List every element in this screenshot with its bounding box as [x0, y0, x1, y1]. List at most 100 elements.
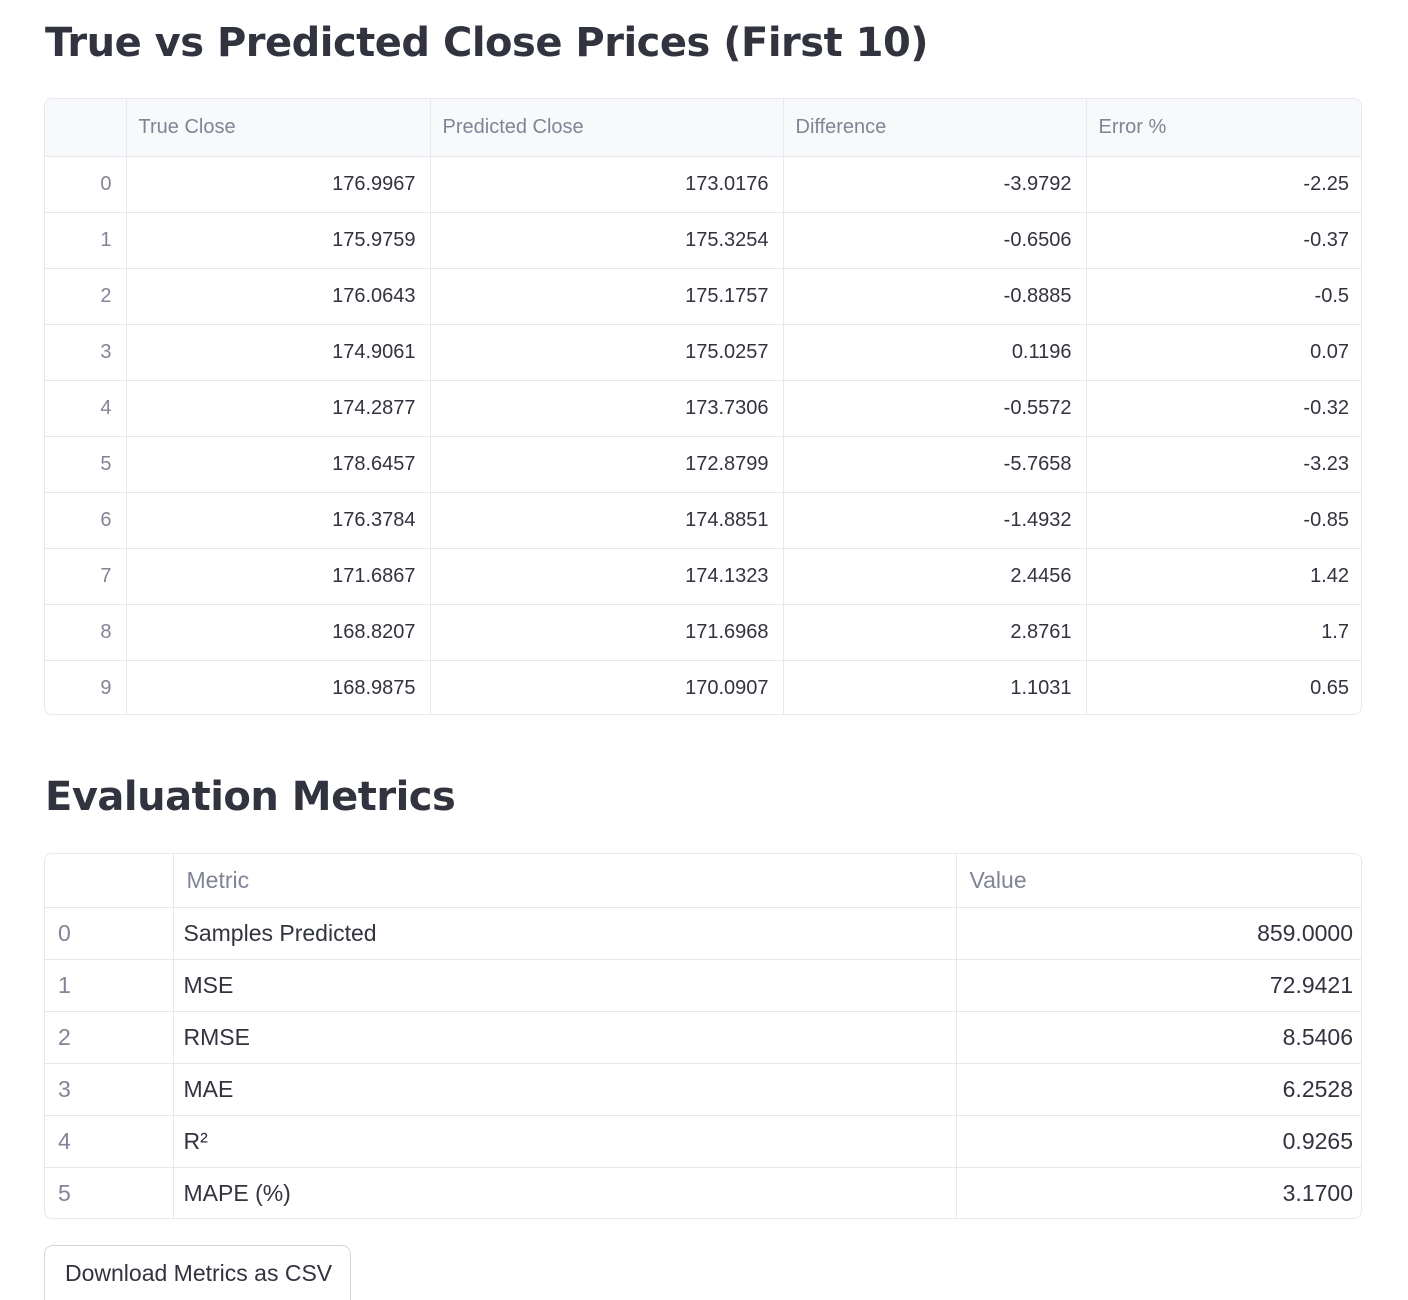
cell-error-pct[interactable]: -0.85	[1086, 492, 1361, 549]
cell-metric-name[interactable]: MSE	[173, 959, 957, 1012]
row-index[interactable]: 4	[45, 380, 127, 437]
cell-error-pct[interactable]: -0.32	[1086, 380, 1361, 437]
cell-predicted-close[interactable]: 171.6968	[430, 604, 784, 661]
metrics-header-row: Metric Value	[45, 854, 1361, 908]
row-index[interactable]: 3	[45, 324, 127, 381]
predictions-table[interactable]: True Close Predicted Close Difference Er…	[44, 98, 1362, 715]
row-index[interactable]: 7	[45, 548, 127, 605]
metrics-body: 0 Samples Predicted 859.0000 1 MSE 72.9421 2 RM…	[45, 907, 1361, 1218]
cell-predicted-close[interactable]: 175.0257	[430, 324, 784, 381]
table-row[interactable]: 9 168.9875 170.0907 1.1031 0.65	[45, 660, 1361, 714]
cell-error-pct[interactable]: -0.37	[1086, 212, 1361, 269]
cell-metric-name[interactable]: R²	[173, 1115, 957, 1168]
column-header-error-pct[interactable]: Error %	[1086, 99, 1361, 157]
cell-true-close[interactable]: 168.9875	[126, 660, 431, 714]
download-metrics-button[interactable]: Download Metrics as CSV	[44, 1245, 351, 1300]
cell-predicted-close[interactable]: 175.3254	[430, 212, 784, 269]
table-row[interactable]: 5 MAPE (%) 3.1700	[45, 1167, 1361, 1218]
table-row[interactable]: 2 RMSE 8.5406	[45, 1011, 1361, 1064]
cell-predicted-close[interactable]: 174.8851	[430, 492, 784, 549]
cell-difference[interactable]: 2.8761	[783, 604, 1087, 661]
cell-predicted-close[interactable]: 172.8799	[430, 436, 784, 493]
metrics-table[interactable]: Metric Value 0 Samples Predicted 859.0000 1…	[44, 853, 1362, 1219]
row-index[interactable]: 5	[45, 436, 127, 493]
cell-metric-name[interactable]: Samples Predicted	[173, 907, 957, 960]
table-row[interactable]: 2 176.0643 175.1757 -0.8885 -0.5	[45, 268, 1361, 325]
cell-true-close[interactable]: 168.8207	[126, 604, 431, 661]
cell-metric-value[interactable]: 72.9421	[956, 959, 1361, 1012]
cell-error-pct[interactable]: -3.23	[1086, 436, 1361, 493]
column-header-predicted-close[interactable]: Predicted Close	[430, 99, 784, 157]
table-row[interactable]: 0 176.9967 173.0176 -3.9792 -2.25	[45, 156, 1361, 213]
cell-true-close[interactable]: 176.9967	[126, 156, 431, 213]
cell-true-close[interactable]: 176.3784	[126, 492, 431, 549]
cell-metric-value[interactable]: 6.2528	[956, 1063, 1361, 1116]
index-column-header	[45, 854, 174, 908]
row-index[interactable]: 2	[45, 1011, 174, 1064]
index-column-header	[45, 99, 127, 157]
cell-predicted-close[interactable]: 170.0907	[430, 660, 784, 714]
column-header-value[interactable]: Value	[956, 854, 1361, 908]
row-index[interactable]: 9	[45, 660, 127, 714]
row-index[interactable]: 6	[45, 492, 127, 549]
row-index[interactable]: 2	[45, 268, 127, 325]
cell-true-close[interactable]: 176.0643	[126, 268, 431, 325]
table-row[interactable]: 3 MAE 6.2528	[45, 1063, 1361, 1116]
cell-metric-value[interactable]: 859.0000	[956, 907, 1361, 960]
row-index[interactable]: 3	[45, 1063, 174, 1116]
table-row[interactable]: 3 174.9061 175.0257 0.1196 0.07	[45, 324, 1361, 381]
cell-error-pct[interactable]: -2.25	[1086, 156, 1361, 213]
cell-difference[interactable]: -5.7658	[783, 436, 1087, 493]
cell-error-pct[interactable]: -0.5	[1086, 268, 1361, 325]
row-index[interactable]: 1	[45, 959, 174, 1012]
cell-error-pct[interactable]: 0.65	[1086, 660, 1361, 714]
row-index[interactable]: 0	[45, 907, 174, 960]
cell-error-pct[interactable]: 0.07	[1086, 324, 1361, 381]
row-index[interactable]: 5	[45, 1167, 174, 1218]
column-header-metric[interactable]: Metric	[173, 854, 957, 908]
cell-predicted-close[interactable]: 173.0176	[430, 156, 784, 213]
row-index[interactable]: 1	[45, 212, 127, 269]
cell-difference[interactable]: -0.5572	[783, 380, 1087, 437]
cell-metric-name[interactable]: MAPE (%)	[173, 1167, 957, 1218]
cell-difference[interactable]: -0.8885	[783, 268, 1087, 325]
cell-predicted-close[interactable]: 175.1757	[430, 268, 784, 325]
cell-predicted-close[interactable]: 174.1323	[430, 548, 784, 605]
cell-metric-value[interactable]: 3.1700	[956, 1167, 1361, 1218]
table-row[interactable]: 8 168.8207 171.6968 2.8761 1.7	[45, 604, 1361, 661]
table-row[interactable]: 7 171.6867 174.1323 2.4456 1.42	[45, 548, 1361, 605]
column-header-difference[interactable]: Difference	[783, 99, 1087, 157]
row-index[interactable]: 8	[45, 604, 127, 661]
cell-error-pct[interactable]: 1.7	[1086, 604, 1361, 661]
cell-difference[interactable]: -3.9792	[783, 156, 1087, 213]
cell-metric-name[interactable]: RMSE	[173, 1011, 957, 1064]
cell-predicted-close[interactable]: 173.7306	[430, 380, 784, 437]
predictions-title: True vs Predicted Close Prices (First 10…	[45, 20, 929, 66]
cell-error-pct[interactable]: 1.42	[1086, 548, 1361, 605]
cell-difference[interactable]: 1.1031	[783, 660, 1087, 714]
cell-difference[interactable]: 2.4456	[783, 548, 1087, 605]
cell-true-close[interactable]: 171.6867	[126, 548, 431, 605]
table-row[interactable]: 1 MSE 72.9421	[45, 959, 1361, 1012]
cell-true-close[interactable]: 174.9061	[126, 324, 431, 381]
cell-true-close[interactable]: 174.2877	[126, 380, 431, 437]
metrics-title: Evaluation Metrics	[45, 774, 456, 820]
cell-true-close[interactable]: 175.9759	[126, 212, 431, 269]
cell-metric-value[interactable]: 0.9265	[956, 1115, 1361, 1168]
cell-difference[interactable]: -0.6506	[783, 212, 1087, 269]
table-row[interactable]: 6 176.3784 174.8851 -1.4932 -0.85	[45, 492, 1361, 549]
table-row[interactable]: 4 174.2877 173.7306 -0.5572 -0.32	[45, 380, 1361, 437]
column-header-true-close[interactable]: True Close	[126, 99, 431, 157]
table-row[interactable]: 5 178.6457 172.8799 -5.7658 -3.23	[45, 436, 1361, 493]
cell-metric-name[interactable]: MAE	[173, 1063, 957, 1116]
table-row[interactable]: 0 Samples Predicted 859.0000	[45, 907, 1361, 960]
cell-true-close[interactable]: 178.6457	[126, 436, 431, 493]
table-row[interactable]: 4 R² 0.9265	[45, 1115, 1361, 1168]
cell-metric-value[interactable]: 8.5406	[956, 1011, 1361, 1064]
cell-difference[interactable]: -1.4932	[783, 492, 1087, 549]
predictions-header-row: True Close Predicted Close Difference Er…	[45, 99, 1361, 157]
row-index[interactable]: 0	[45, 156, 127, 213]
cell-difference[interactable]: 0.1196	[783, 324, 1087, 381]
row-index[interactable]: 4	[45, 1115, 174, 1168]
table-row[interactable]: 1 175.9759 175.3254 -0.6506 -0.37	[45, 212, 1361, 269]
